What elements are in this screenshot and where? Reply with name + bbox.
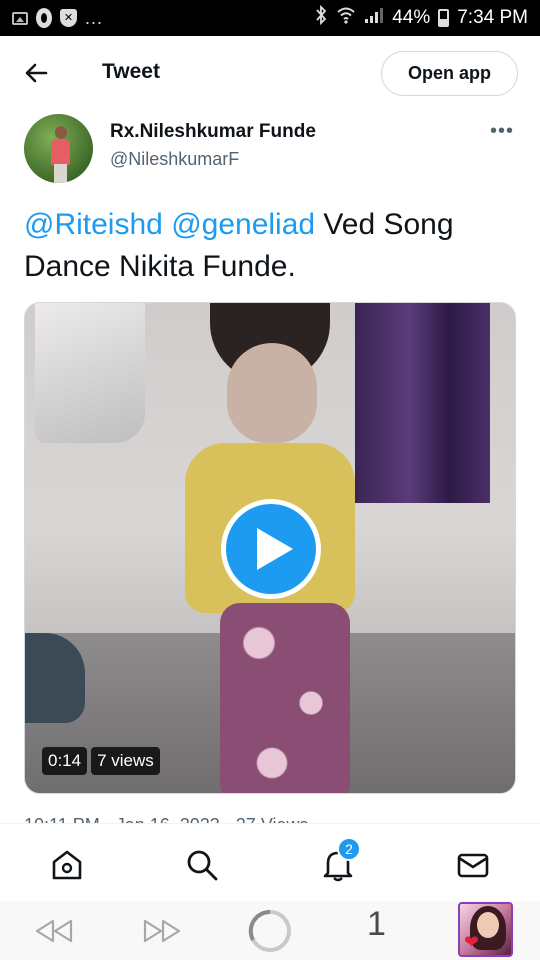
forward-button[interactable] [142, 918, 182, 949]
video-badges: 0:14 7 views [42, 747, 160, 775]
loading-icon [248, 909, 291, 952]
more-notifications-indicator: ... [85, 7, 104, 28]
open-app-button[interactable]: Open app [381, 51, 518, 96]
author-name[interactable]: Rx.Nileshkumar Funde [110, 121, 316, 143]
profile-thumbnail[interactable]: ❤ [458, 902, 513, 957]
battery-percent: 44% [392, 7, 431, 28]
page-title: Tweet [102, 60, 160, 83]
back-arrow-icon [25, 63, 48, 83]
author-avatar[interactable] [24, 114, 93, 183]
avatar-figure-legs [54, 164, 67, 183]
forward-icon [143, 919, 181, 943]
status-bar: ✕ ... 44% 7:34 PM [0, 0, 540, 36]
author-handle[interactable]: @NileshkumarF [110, 149, 239, 170]
notifications-count-badge: 2 [337, 837, 361, 861]
more-icon: ••• [490, 120, 515, 142]
video-frame-face [227, 343, 317, 443]
status-bar-right: 44% 7:34 PM [314, 4, 528, 31]
shield-icon: ✕ [60, 9, 77, 27]
rewind-icon [35, 919, 73, 943]
clock: 7:34 PM [457, 7, 528, 28]
video-player[interactable]: 0:14 7 views [24, 302, 516, 794]
more-options-button[interactable]: ••• [490, 120, 514, 143]
wifi-icon [336, 6, 356, 30]
video-frame-pants [220, 603, 350, 793]
reload-button[interactable] [247, 908, 293, 959]
battery-icon [438, 9, 450, 27]
tweet-text: @Riteishd @geneliad Ved Song Dance Nikit… [24, 204, 516, 288]
signal-icon [364, 6, 384, 30]
heart-icon: ❤ [464, 932, 480, 952]
avatar-figure-body [51, 139, 70, 165]
top-app-bar: Tweet Open app [0, 36, 540, 110]
status-bar-left: ✕ ... [12, 8, 103, 29]
play-icon [257, 528, 293, 570]
video-frame-clothes [35, 303, 145, 443]
bottom-tab-bar [0, 823, 540, 901]
mention-link[interactable]: @Riteishd [24, 208, 163, 241]
search-icon [187, 850, 218, 881]
tab-search[interactable] [185, 848, 219, 882]
thumbnail-face [477, 912, 499, 938]
play-button[interactable] [221, 499, 321, 599]
avatar-figure-head [55, 126, 67, 139]
video-views: 7 views [91, 747, 160, 775]
mail-icon [457, 853, 489, 878]
tab-messages[interactable] [456, 848, 490, 882]
tab-home[interactable] [50, 848, 84, 882]
bluetooth-icon [314, 4, 328, 31]
video-frame-curtain [355, 303, 490, 503]
back-button[interactable] [22, 60, 52, 86]
app-notification-icon [36, 8, 52, 28]
mention-link[interactable]: @geneliad [171, 208, 315, 241]
rewind-button[interactable] [34, 918, 74, 949]
home-icon [52, 850, 82, 880]
video-duration: 0:14 [42, 747, 88, 775]
tab-count[interactable]: 1 [367, 905, 386, 944]
gallery-icon [12, 11, 28, 25]
